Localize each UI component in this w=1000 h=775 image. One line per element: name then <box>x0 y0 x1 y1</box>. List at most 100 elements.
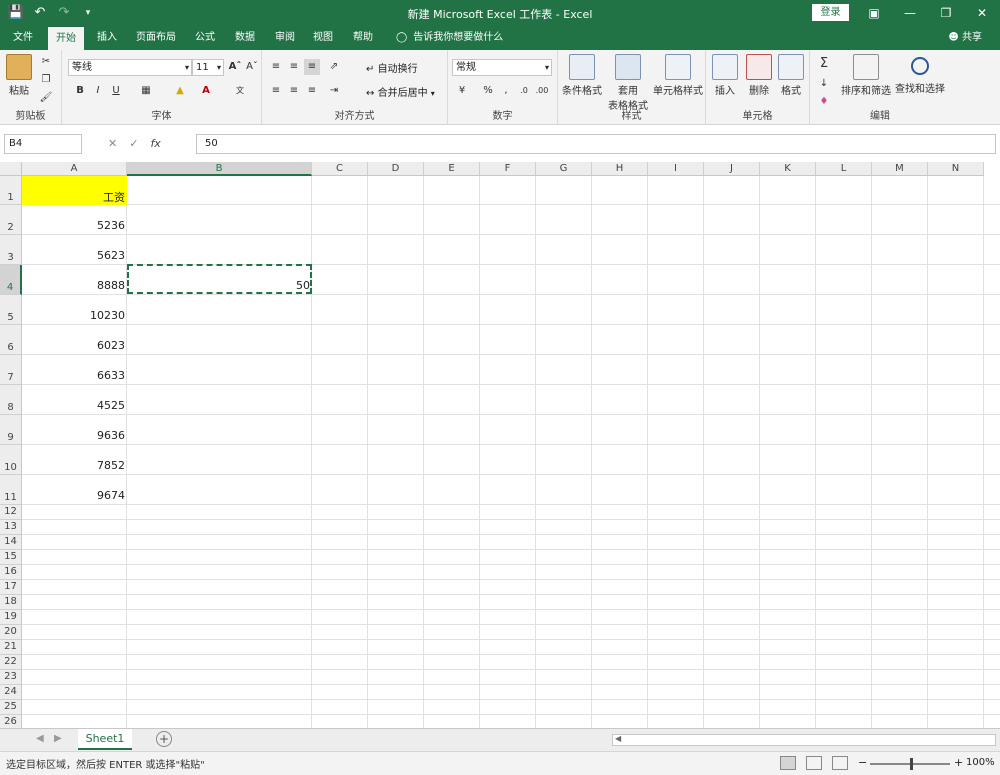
align-center-icon[interactable]: ≡ <box>286 83 302 99</box>
row-header-12[interactable]: 12 <box>0 505 22 520</box>
cell-a11[interactable]: 9674 <box>22 489 127 503</box>
increase-font-icon[interactable]: Aˆ <box>227 59 243 75</box>
decrease-decimal-icon[interactable]: .00 <box>534 83 550 99</box>
zoom-in-icon[interactable]: + <box>954 756 963 769</box>
comma-style-icon[interactable]: , <box>498 83 514 99</box>
row-header-24[interactable]: 24 <box>0 685 22 700</box>
cell-a2[interactable]: 5236 <box>22 219 127 233</box>
formula-input[interactable]: 50 <box>196 134 996 154</box>
zoom-out-icon[interactable]: − <box>858 756 867 769</box>
row-header-17[interactable]: 17 <box>0 580 22 595</box>
row-header-1[interactable]: 1 <box>0 176 22 205</box>
tab-insert[interactable]: 插入 <box>90 26 124 50</box>
column-header-l[interactable]: L <box>816 162 872 176</box>
ribbon-display-icon[interactable]: ▣ <box>856 0 892 26</box>
row-header-13[interactable]: 13 <box>0 520 22 535</box>
row-header-15[interactable]: 15 <box>0 550 22 565</box>
row-header-20[interactable]: 20 <box>0 625 22 640</box>
column-header-m[interactable]: M <box>872 162 928 176</box>
row-header-9[interactable]: 9 <box>0 415 22 445</box>
font-size-combo[interactable]: 11 ▾ <box>192 59 224 76</box>
align-bottom-icon[interactable]: ≡ <box>304 59 320 75</box>
zoom-slider[interactable] <box>870 758 950 770</box>
zoom-slider-handle[interactable] <box>910 758 913 770</box>
worksheet-grid[interactable]: ABCDEFGHIJKLMN 1 2 3 4 5 6 7 8 9 10 11 12 13 14 15 16 17… <box>0 162 1000 728</box>
column-header-d[interactable]: D <box>368 162 424 176</box>
cell-a5[interactable]: 10230 <box>22 309 127 323</box>
insert-cells-button[interactable]: 插入 <box>710 54 740 97</box>
cell-styles-button[interactable]: 单元格样式 <box>652 54 704 97</box>
close-button[interactable]: ✕ <box>964 0 1000 26</box>
row-header-25[interactable]: 25 <box>0 700 22 715</box>
tab-page-layout[interactable]: 页面布局 <box>132 26 180 50</box>
row-header-23[interactable]: 23 <box>0 670 22 685</box>
column-header-j[interactable]: J <box>704 162 760 176</box>
share-button[interactable]: ☻ 共享 <box>948 26 982 50</box>
tell-me-box[interactable]: ◯ 告诉我你想要做什么 <box>396 26 503 50</box>
row-header-19[interactable]: 19 <box>0 610 22 625</box>
row-header-18[interactable]: 18 <box>0 595 22 610</box>
indent-icon[interactable]: ⇥ <box>326 83 342 99</box>
orientation-icon[interactable]: ⇗ <box>326 59 342 75</box>
minimize-button[interactable]: — <box>892 0 928 26</box>
column-header-i[interactable]: I <box>648 162 704 176</box>
find-select-button[interactable]: 查找和选择 <box>894 54 946 95</box>
column-header-k[interactable]: K <box>760 162 816 176</box>
insert-function-icon[interactable]: fx <box>150 134 160 154</box>
increase-decimal-icon[interactable]: .0 <box>516 83 532 99</box>
tab-file[interactable]: 文件 <box>6 26 40 50</box>
italic-button[interactable]: I <box>90 83 106 99</box>
login-button[interactable]: 登录 <box>812 4 849 21</box>
page-break-view-icon[interactable] <box>832 756 848 770</box>
column-header-b[interactable]: B <box>127 162 312 176</box>
phonetic-icon[interactable]: 文 <box>232 83 248 99</box>
add-sheet-icon[interactable]: + <box>156 731 172 747</box>
cancel-icon[interactable]: ✕ <box>108 134 117 154</box>
conditional-format-button[interactable]: 条件格式 <box>560 54 604 97</box>
merge-center-button[interactable]: ↔ 合并后居中 ▾ <box>366 84 435 99</box>
percent-icon[interactable]: % <box>480 83 496 99</box>
row-header-7[interactable]: 7 <box>0 355 22 385</box>
zoom-level[interactable]: 100% <box>966 757 995 768</box>
row-header-22[interactable]: 22 <box>0 655 22 670</box>
align-middle-icon[interactable]: ≡ <box>286 59 302 75</box>
cell-a10[interactable]: 7852 <box>22 459 127 473</box>
format-cells-button[interactable]: 格式 <box>776 54 806 97</box>
cell-a9[interactable]: 9636 <box>22 429 127 443</box>
row-header-14[interactable]: 14 <box>0 535 22 550</box>
sheet-tab-sheet1[interactable]: Sheet1 <box>78 729 132 750</box>
row-header-5[interactable]: 5 <box>0 295 22 325</box>
tab-data[interactable]: 数据 <box>228 26 262 50</box>
underline-button[interactable]: U <box>108 83 124 99</box>
format-as-table-button[interactable]: 套用 表格格式 <box>604 54 652 112</box>
row-header-16[interactable]: 16 <box>0 565 22 580</box>
accounting-format-icon[interactable]: ¥ <box>454 83 470 99</box>
normal-view-icon[interactable] <box>780 756 796 770</box>
prev-sheet-icon[interactable]: ◀ <box>36 733 44 744</box>
column-header-n[interactable]: N <box>928 162 984 176</box>
cell-a4[interactable]: 8888 <box>22 279 127 293</box>
row-header-3[interactable]: 3 <box>0 235 22 265</box>
delete-cells-button[interactable]: 删除 <box>744 54 774 97</box>
cut-icon[interactable]: ✂ <box>38 54 54 70</box>
row-header-10[interactable]: 10 <box>0 445 22 475</box>
column-header-c[interactable]: C <box>312 162 368 176</box>
enter-icon[interactable]: ✓ <box>129 134 138 154</box>
column-header-e[interactable]: E <box>424 162 480 176</box>
align-top-icon[interactable]: ≡ <box>268 59 284 75</box>
bold-button[interactable]: B <box>72 83 88 99</box>
tab-help[interactable]: 帮助 <box>346 26 380 50</box>
cell-a6[interactable]: 6023 <box>22 339 127 353</box>
fill-icon[interactable]: ↓ <box>816 76 832 92</box>
font-color-icon[interactable]: A <box>198 83 214 99</box>
column-header-g[interactable]: G <box>536 162 592 176</box>
align-right-icon[interactable]: ≡ <box>304 83 320 99</box>
row-header-2[interactable]: 2 <box>0 205 22 235</box>
number-format-combo[interactable]: 常规 ▾ <box>452 59 552 76</box>
fill-color-icon[interactable]: ▲ <box>172 83 188 99</box>
decrease-font-icon[interactable]: Aˇ <box>244 59 260 75</box>
tab-view[interactable]: 视图 <box>306 26 340 50</box>
cell-a8[interactable]: 4525 <box>22 399 127 413</box>
column-header-a[interactable]: A <box>22 162 127 176</box>
row-header-21[interactable]: 21 <box>0 640 22 655</box>
